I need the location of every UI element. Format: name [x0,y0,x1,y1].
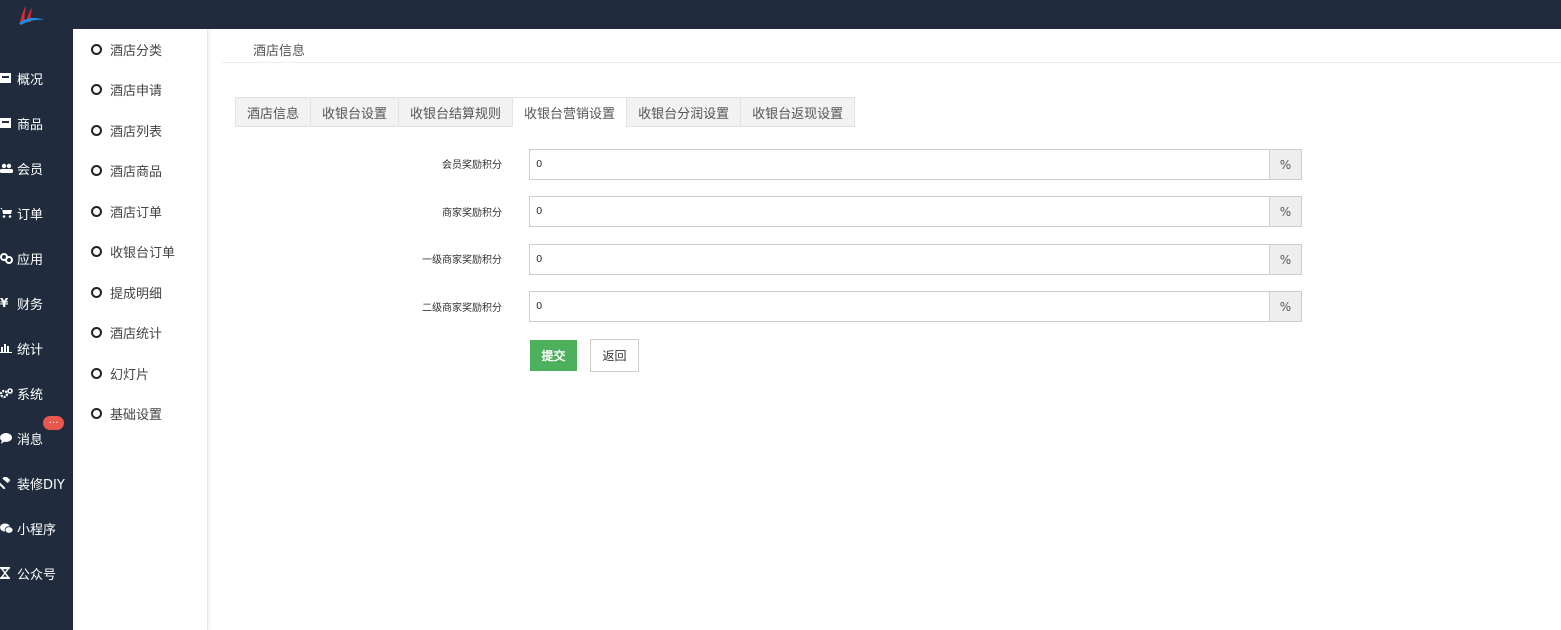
circle-icon [91,286,102,298]
percent-addon: % [1269,244,1302,275]
percent-addon: % [1269,149,1302,180]
breadcrumb: 酒店信息 [253,44,306,59]
nav-item-system[interactable]: 系统 [0,378,73,408]
circle-icon [91,407,102,419]
tab-cashier-marketing-settings[interactable]: 收银台营销设置 [512,97,627,127]
subnav-item-commission-details[interactable]: 提成明细 [91,281,162,303]
wechat-icon [0,522,13,535]
member-reward-points-input[interactable] [529,149,1269,180]
goods-icon [0,117,13,130]
tab-cashier-settings[interactable]: 收银台设置 [310,97,399,127]
nav-item-overview[interactable]: 概况 [0,63,73,93]
hammer-icon [0,477,13,490]
subnav-item-label: 酒店订单 [110,205,163,221]
subnav-item-label: 酒店申请 [110,83,163,99]
nav-item-label: 装修DIY [17,477,65,493]
nav-item-goods[interactable]: 商品 [0,108,73,138]
circle-icon [91,164,102,176]
nav-item-diy[interactable]: 装修DIY [0,468,73,498]
subnav-item-hotel-stats[interactable]: 酒店统计 [91,321,162,343]
sub-sidebar: 酒店分类 酒店申请 酒店列表 酒店商品 酒店订单 收银台订单 提成明细 酒店统计… [73,29,208,630]
nav-item-label: 会员 [17,162,44,178]
subnav-item-label: 酒店统计 [110,326,163,342]
circle-icon [91,124,102,136]
level2-merchant-reward-points-label: 二级商家奖励积分 [422,303,502,314]
nav-item-finance[interactable]: ¥ 财务 [0,288,73,318]
circle-icon [91,245,102,257]
nav-item-stats[interactable]: 统计 [0,333,73,363]
circle-icon [91,43,102,55]
merchant-reward-points-label: 商家奖励积分 [442,208,502,219]
main-sidebar: 概况 商品 会员 订单 应用 ¥ 财务 统计 系统 消息 装修DIY 小程序 公… [0,29,73,630]
apps-icon [0,252,13,265]
top-bar [0,0,1561,29]
nav-item-label: 系统 [17,387,44,403]
breadcrumb-divider [222,62,1561,63]
level1-merchant-reward-points-group: % [529,244,1302,275]
subnav-item-hotel-goods[interactable]: 酒店商品 [91,159,162,181]
subnav-item-label: 酒店商品 [110,164,163,180]
member-reward-points-group: % [529,149,1302,180]
nav-item-label: 小程序 [17,522,57,538]
tab-cashier-cashback[interactable]: 收银台返现设置 [740,97,856,127]
message-badge: ... [43,416,64,430]
nav-item-apps[interactable]: 应用 [0,243,73,273]
tab-cashier-profit-sharing[interactable]: 收银台分润设置 [626,97,741,127]
level2-merchant-reward-points-input[interactable] [529,291,1269,322]
yen-icon: ¥ [0,296,9,310]
merchant-reward-points-input[interactable] [529,196,1269,227]
gears-icon [0,387,13,400]
nav-item-orders[interactable]: 订单 [0,198,73,228]
subnav-item-hotel-list[interactable]: 酒店列表 [91,119,162,141]
tab-hotel-info[interactable]: 酒店信息 [235,97,311,127]
users-icon [0,162,13,175]
nav-item-label: 应用 [17,252,44,268]
level1-merchant-reward-points-input[interactable] [529,244,1269,275]
nav-item-members[interactable]: 会员 [0,153,73,183]
back-button[interactable]: 返回 [590,339,639,372]
percent-addon: % [1269,196,1302,227]
subnav-item-label: 酒店列表 [110,124,163,140]
circle-icon [91,83,102,95]
nav-item-official-account[interactable]: 公众号 [0,558,73,588]
circle-icon [91,367,102,379]
subnav-item-slideshow[interactable]: 幻灯片 [91,362,149,384]
nav-item-label: 公众号 [17,567,57,583]
submit-button[interactable]: 提交 [530,340,577,371]
circle-icon [91,205,102,217]
merchant-reward-points-group: % [529,196,1302,227]
dashboard-icon [0,72,13,85]
level2-merchant-reward-points-group: % [529,291,1302,322]
percent-addon: % [1269,291,1302,322]
subnav-item-label: 酒店分类 [110,43,163,59]
chat-icon [0,432,13,445]
subnav-item-label: 幻灯片 [110,367,150,383]
subnav-item-hotel-category[interactable]: 酒店分类 [91,38,162,60]
subnav-item-hotel-orders[interactable]: 酒店订单 [91,200,162,222]
subnav-item-label: 基础设置 [110,407,163,423]
nav-item-label: 消息 [17,432,44,448]
cart-icon [0,207,13,220]
nav-item-miniprogram[interactable]: 小程序 [0,513,73,543]
subnav-item-basic-settings[interactable]: 基础设置 [91,402,162,424]
circle-icon [91,326,102,338]
settings-tabs: 酒店信息 收银台设置 收银台结算规则 收银台营销设置 收银台分润设置 收银台返现… [235,97,856,127]
hourglass-icon [0,567,13,580]
logo[interactable] [16,4,46,26]
subnav-item-label: 提成明细 [110,286,163,302]
nav-item-label: 订单 [17,207,44,223]
tab-cashier-settlement-rules[interactable]: 收银台结算规则 [398,97,513,127]
subnav-item-label: 收银台订单 [110,245,176,261]
bar-chart-icon [0,342,13,355]
subnav-item-cashier-orders[interactable]: 收银台订单 [91,240,175,262]
nav-item-label: 商品 [17,117,44,133]
nav-item-label: 统计 [17,342,44,358]
level1-merchant-reward-points-label: 一级商家奖励积分 [422,255,502,266]
nav-item-label: 概况 [17,72,44,88]
member-reward-points-label: 会员奖励积分 [442,160,502,171]
subnav-item-hotel-application[interactable]: 酒店申请 [91,78,162,100]
nav-item-label: 财务 [17,297,44,313]
